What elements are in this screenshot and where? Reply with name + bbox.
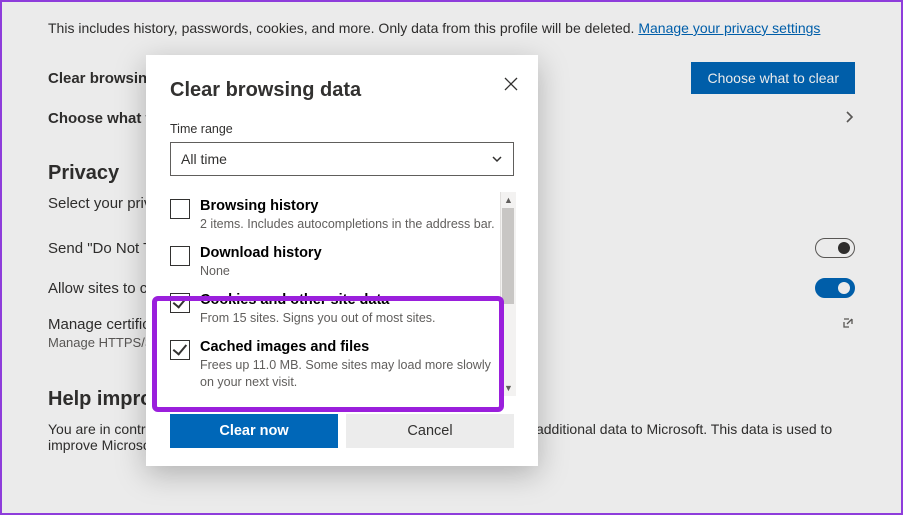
checkbox-icon[interactable]: [170, 199, 190, 219]
clear-browsing-data-dialog: Clear browsing data Time range All time …: [146, 55, 538, 466]
close-icon[interactable]: [504, 77, 518, 93]
item-title: Cookies and other site data: [200, 292, 436, 308]
time-range-select[interactable]: All time: [170, 142, 514, 176]
item-sub: 2 items. Includes autocompletions in the…: [200, 216, 495, 233]
time-range-value: All time: [181, 151, 227, 167]
item-title: Download history: [200, 245, 322, 261]
checkbox-cached[interactable]: Cached images and files Frees up 11.0 MB…: [170, 333, 496, 397]
checkbox-icon[interactable]: [170, 340, 190, 360]
item-sub: None: [200, 263, 322, 280]
clear-now-button[interactable]: Clear now: [170, 414, 338, 448]
data-types-list: Browsing history 2 items. Includes autoc…: [170, 192, 514, 396]
checkbox-browsing-history[interactable]: Browsing history 2 items. Includes autoc…: [170, 192, 496, 239]
item-title: Cached images and files: [200, 339, 496, 355]
time-range-label: Time range: [170, 122, 514, 136]
scroll-thumb[interactable]: [502, 208, 514, 304]
checkbox-icon[interactable]: [170, 246, 190, 266]
item-title: Browsing history: [200, 198, 495, 214]
scroll-down-icon[interactable]: ▼: [501, 380, 516, 396]
item-sub: From 15 sites. Signs you out of most sit…: [200, 310, 436, 327]
dialog-title: Clear browsing data: [170, 79, 514, 102]
item-sub: Frees up 11.0 MB. Some sites may load mo…: [200, 357, 496, 391]
checkbox-icon[interactable]: [170, 293, 190, 313]
scrollbar[interactable]: ▲ ▼: [500, 192, 516, 396]
checkbox-download-history[interactable]: Download history None: [170, 239, 496, 286]
checkbox-cookies[interactable]: Cookies and other site data From 15 site…: [170, 286, 496, 333]
cancel-button[interactable]: Cancel: [346, 414, 514, 448]
chevron-down-icon: [491, 153, 503, 165]
scroll-up-icon[interactable]: ▲: [501, 192, 516, 208]
